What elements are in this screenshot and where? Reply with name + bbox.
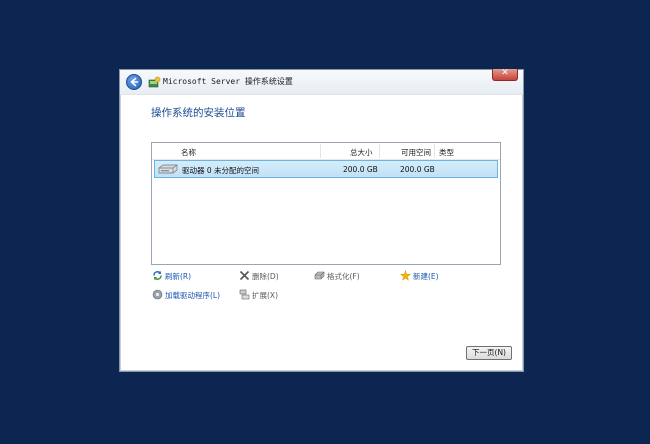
next-button[interactable]: 下一页(N) — [466, 346, 512, 360]
refresh-label: 刷新(R) — [165, 272, 192, 281]
new-star-icon — [400, 270, 411, 281]
title-bar: Microsoft Server 操作系统设置 ✕ — [120, 68, 523, 95]
back-arrow-icon — [130, 77, 139, 87]
disk-total-size: 200.0 GB — [343, 165, 378, 174]
desktop-background: Microsoft Server 操作系统设置 ✕ 操作系统的安装位置 名称 总… — [0, 0, 650, 444]
disk-free-space: 200.0 GB — [400, 165, 435, 174]
extend-icon — [239, 289, 250, 300]
table-row[interactable]: 驱动器 0 未分配的空间 200.0 GB 200.0 GB — [154, 160, 498, 178]
column-divider — [434, 144, 435, 158]
extend-label: 扩展(X) — [252, 291, 278, 300]
column-header-free-space[interactable]: 可用空间 — [401, 147, 431, 158]
column-header-name[interactable]: 名称 — [181, 147, 196, 158]
window-title: Microsoft Server 操作系统设置 — [163, 77, 293, 86]
list-header: 名称 总大小 可用空间 类型 — [152, 143, 500, 160]
column-header-type[interactable]: 类型 — [439, 147, 454, 158]
disk-name: 驱动器 0 未分配的空间 — [182, 166, 260, 175]
back-button[interactable] — [126, 74, 142, 90]
setup-icon — [148, 76, 161, 88]
column-header-total-size[interactable]: 总大小 — [350, 147, 373, 158]
delete-icon — [239, 270, 250, 281]
close-button[interactable]: ✕ — [492, 68, 518, 81]
load-driver-icon — [152, 289, 163, 300]
column-divider — [320, 144, 321, 158]
format-drive-icon — [314, 271, 325, 280]
delete-label: 删除(D) — [252, 272, 279, 281]
close-icon: ✕ — [501, 68, 509, 78]
hard-drive-icon — [158, 164, 178, 174]
load-driver-label: 加载驱动程序(L) — [165, 291, 221, 300]
format-label: 格式化(F) — [327, 272, 360, 281]
column-divider — [379, 144, 380, 158]
new-label: 新建(E) — [413, 272, 439, 281]
setup-window: Microsoft Server 操作系统设置 ✕ 操作系统的安装位置 名称 总… — [119, 68, 524, 372]
refresh-icon — [153, 271, 162, 280]
disk-list[interactable]: 名称 总大小 可用空间 类型 驱动器 0 未分配的空间 200.0 GB 200… — [151, 142, 501, 265]
page-title: 操作系统的安装位置 — [151, 107, 246, 119]
